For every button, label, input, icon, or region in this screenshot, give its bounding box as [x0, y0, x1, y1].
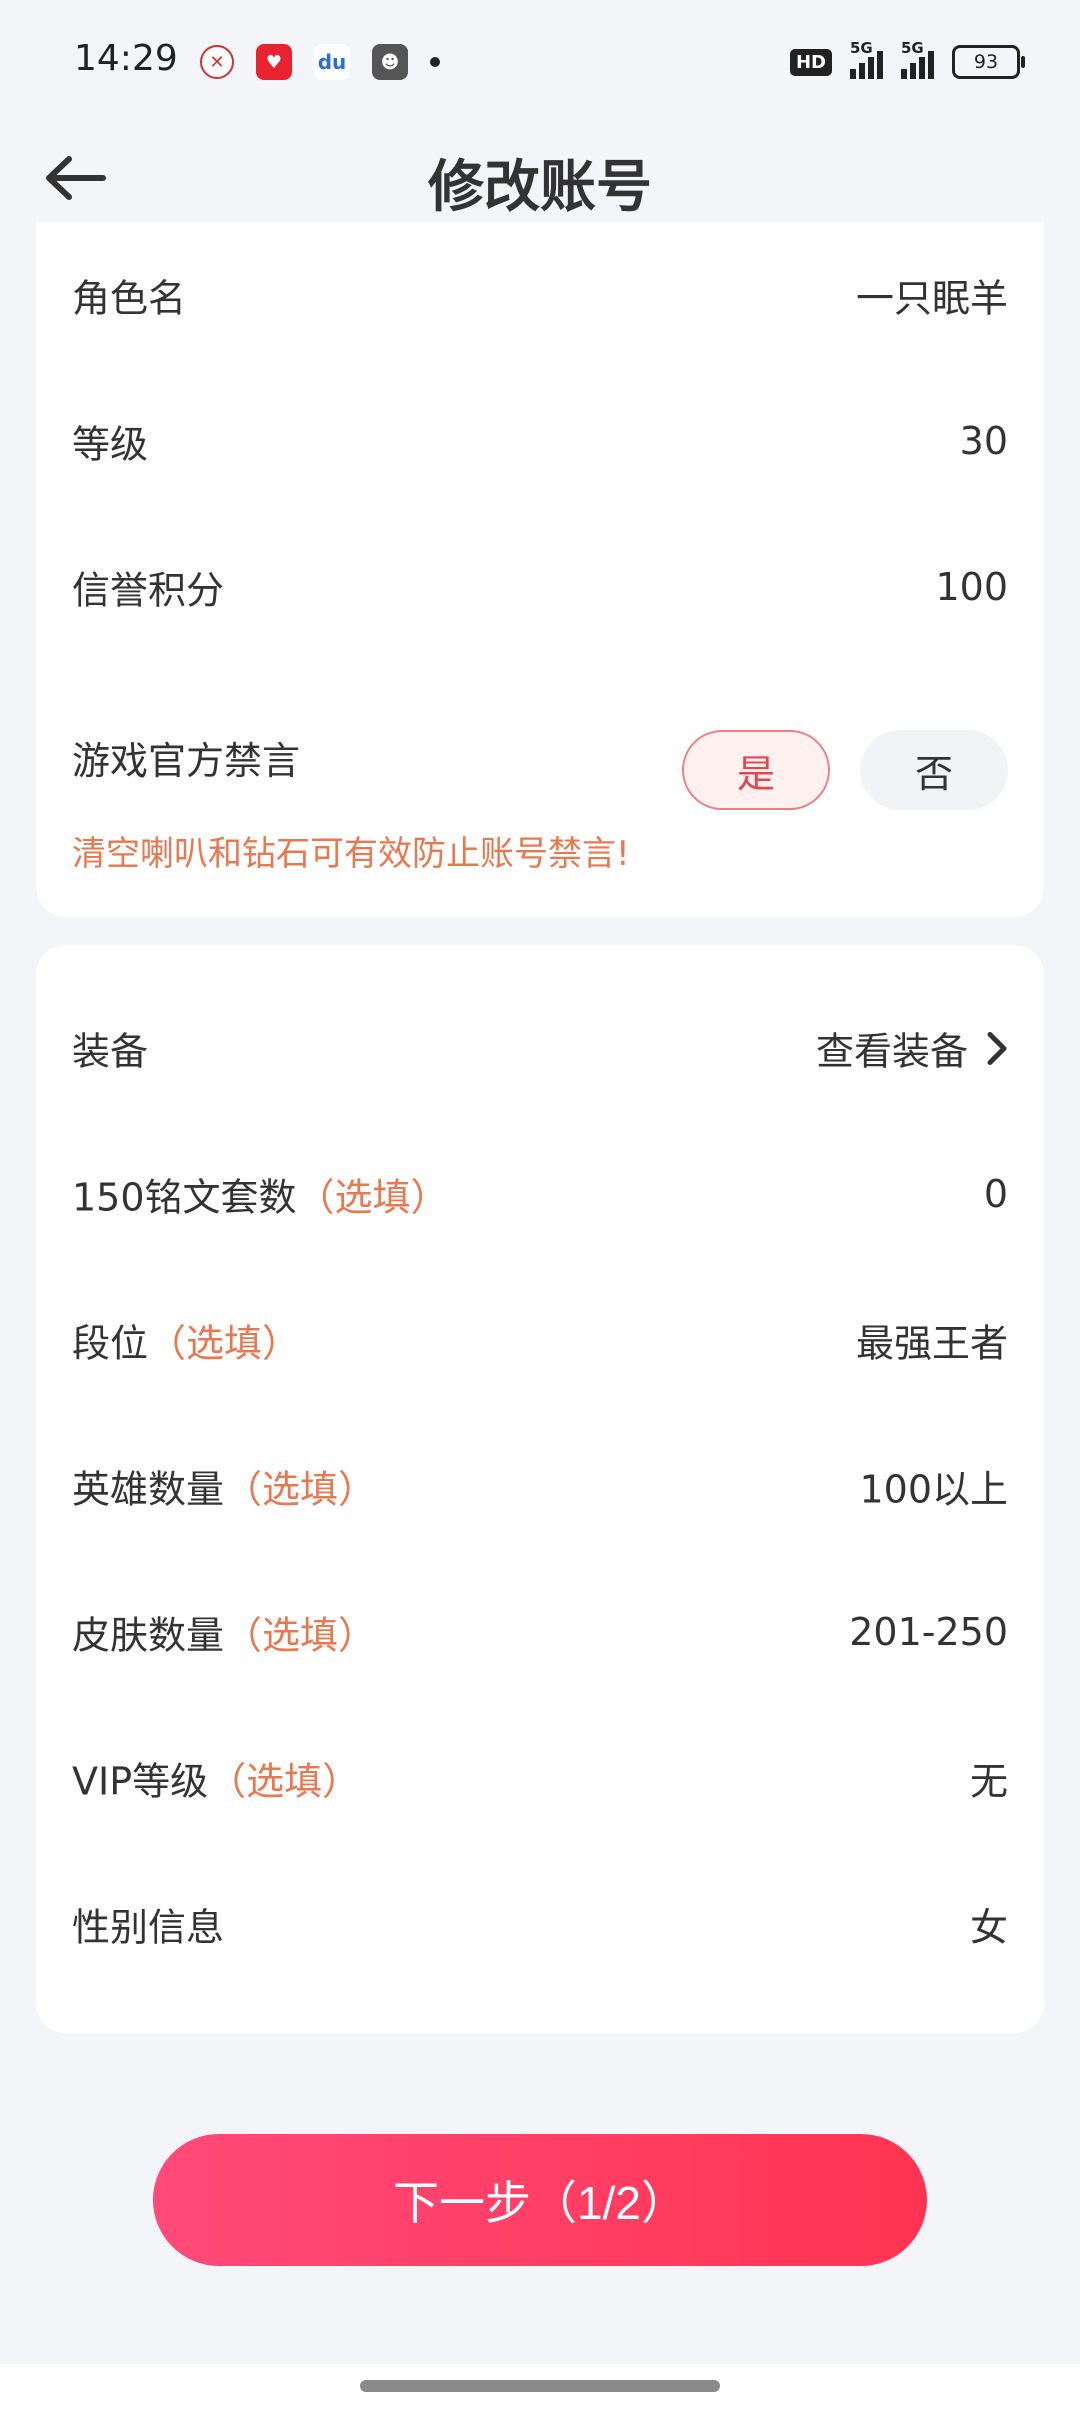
row-value: 100 — [935, 565, 1008, 609]
row-label: 性别信息 — [72, 1897, 224, 1952]
optional-tag: （选填） — [224, 1467, 377, 1512]
row-label: 英雄数量（选填） — [72, 1459, 376, 1514]
row-label: VIP等级（选填） — [72, 1751, 360, 1806]
status-bar: 14:29 ✕ ♥ du ☻ HD 5G 5G 93 — [0, 0, 1080, 120]
hero-count-row[interactable]: 英雄数量（选填） 100以上 — [36, 1413, 1044, 1559]
row-value: 最强王者 — [855, 1321, 1008, 1366]
ban-warning-text: 清空喇叭和钻石可有效防止账号禁言! — [72, 834, 630, 874]
account-details-card: 装备 查看装备 150铭文套数（选填） 0 段位（选填） 最强王者 英雄数量（选… — [36, 945, 1044, 2033]
row-value: 女 — [969, 1905, 1008, 1950]
game-notification-icon: ✕ — [200, 45, 234, 79]
row-label: 信誉积分 — [72, 568, 225, 613]
system-icons: HD 5G 5G 93 — [789, 39, 1025, 84]
credit-score-row[interactable]: 信誉积分 100 — [36, 514, 1044, 660]
row-value: 201-250 — [849, 1610, 1008, 1654]
view-equipment-link[interactable]: 查看装备 — [816, 1021, 1008, 1076]
row-label: 角色名 — [72, 276, 187, 321]
home-indicator[interactable] — [360, 2380, 720, 2392]
row-label: 皮肤数量（选填） — [72, 1605, 376, 1660]
vip-level-row[interactable]: VIP等级（选填） 无 — [36, 1705, 1044, 1851]
next-step-button[interactable]: 下一步（1/2） — [153, 2134, 927, 2266]
row-value: 30 — [959, 419, 1008, 463]
row-label-text: 150铭文套数 — [72, 1175, 297, 1220]
row-value: 一只眠羊 — [855, 276, 1008, 321]
optional-tag: （选填） — [296, 1175, 449, 1220]
app-notification-icon: ♥ — [256, 44, 292, 80]
notification-icons: ✕ ♥ du ☻ — [200, 40, 440, 84]
signal-5g-icon-2: 5G — [901, 39, 934, 79]
ban-no-button[interactable]: 否 — [860, 730, 1008, 810]
optional-tag: （选填） — [148, 1321, 301, 1366]
account-basic-card: 角色名 一只眠羊 等级 30 信誉积分 100 游戏官方禁言 是 否 清空喇叭和… — [36, 222, 1044, 917]
optional-tag: （选填） — [224, 1613, 377, 1658]
row-value: 100以上 — [859, 1467, 1008, 1512]
row-label: 等级 — [72, 422, 149, 467]
page-title: 修改账号 — [428, 155, 652, 220]
inscription-sets-row[interactable]: 150铭文套数（选填） 0 — [36, 1121, 1044, 1267]
view-equipment-label: 查看装备 — [815, 1029, 968, 1074]
row-value: 0 — [983, 1172, 1008, 1216]
signal-5g-icon-1: 5G — [850, 39, 883, 79]
row-label-text: VIP等级 — [72, 1759, 209, 1804]
role-name-row[interactable]: 角色名 一只眠羊 — [36, 222, 1044, 368]
baidu-notification-icon: du — [314, 44, 350, 80]
row-label: 装备 — [72, 1029, 149, 1074]
row-label: 段位（选填） — [72, 1313, 300, 1368]
battery-icon: 93 — [952, 45, 1025, 79]
row-label-text: 皮肤数量 — [72, 1613, 225, 1658]
level-row[interactable]: 等级 30 — [36, 368, 1044, 514]
equipment-row[interactable]: 装备 查看装备 — [36, 975, 1044, 1121]
gender-row[interactable]: 性别信息 女 — [36, 1851, 1044, 1997]
ban-label: 游戏官方禁言 — [72, 739, 301, 783]
more-notifications-dot-icon — [430, 57, 440, 67]
rank-row[interactable]: 段位（选填） 最强王者 — [36, 1267, 1044, 1413]
row-label-text: 性别信息 — [72, 1905, 225, 1950]
row-label: 150铭文套数（选填） — [72, 1167, 449, 1222]
signal-label: 5G — [901, 39, 924, 57]
ban-yes-button[interactable]: 是 — [682, 730, 830, 810]
avatar-notification-icon: ☻ — [372, 44, 408, 80]
status-time: 14:29 — [74, 38, 178, 79]
chevron-right-icon — [986, 1030, 1008, 1066]
row-value: 无 — [969, 1759, 1008, 1804]
row-label-text: 段位 — [72, 1321, 149, 1366]
signal-label: 5G — [850, 39, 873, 57]
hd-voice-icon: HD — [789, 48, 832, 76]
optional-tag: （选填） — [208, 1759, 361, 1804]
row-label-text: 英雄数量 — [72, 1467, 225, 1512]
skin-count-row[interactable]: 皮肤数量（选填） 201-250 — [36, 1559, 1044, 1705]
